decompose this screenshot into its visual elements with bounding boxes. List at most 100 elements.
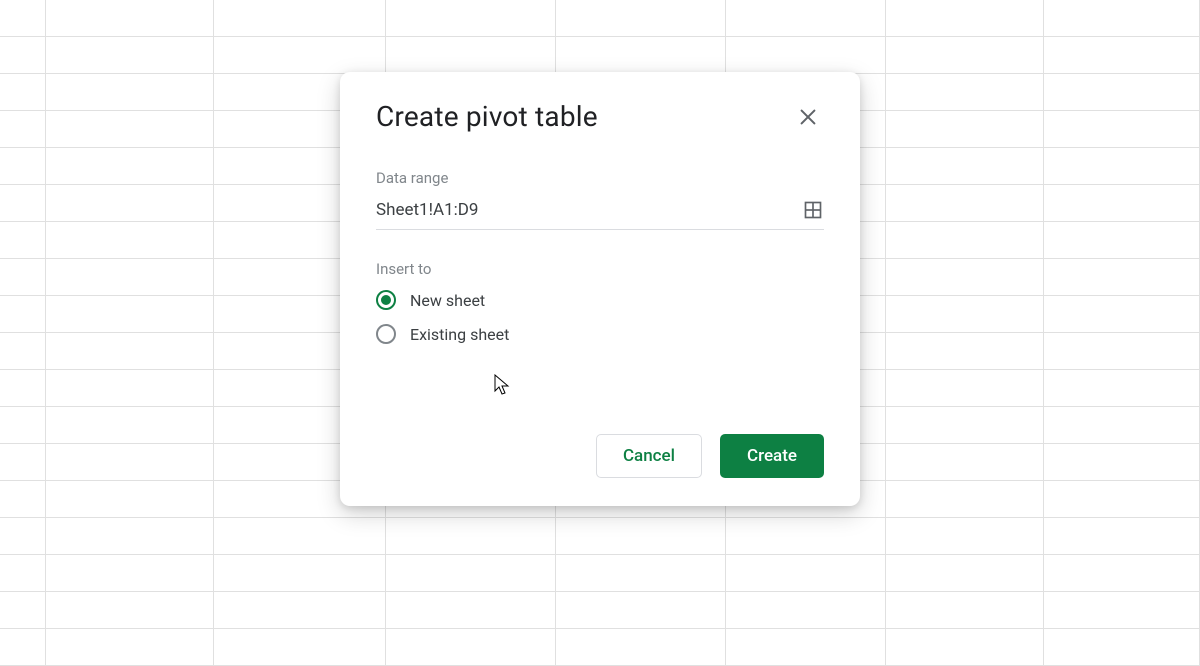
grid-cell[interactable] [0,296,46,333]
create-button[interactable]: Create [720,434,824,478]
grid-cell[interactable] [0,222,46,259]
grid-cell[interactable] [726,0,886,37]
grid-cell[interactable] [1044,74,1200,111]
grid-cell[interactable] [1044,370,1200,407]
grid-cell[interactable] [0,407,46,444]
grid-cell[interactable] [1044,259,1200,296]
grid-cell[interactable] [386,629,556,666]
grid-cell[interactable] [886,518,1044,555]
grid-cell[interactable] [0,148,46,185]
close-button[interactable] [792,101,824,133]
grid-cell[interactable] [46,37,214,74]
grid-cell[interactable] [556,629,726,666]
data-range-input[interactable] [376,200,802,220]
grid-cell[interactable] [386,518,556,555]
grid-cell[interactable] [1044,148,1200,185]
grid-cell[interactable] [0,111,46,148]
grid-cell[interactable] [886,222,1044,259]
grid-cell[interactable] [1044,111,1200,148]
grid-cell[interactable] [1044,296,1200,333]
grid-cell[interactable] [46,185,214,222]
grid-cell[interactable] [886,148,1044,185]
grid-cell[interactable] [214,518,386,555]
grid-cell[interactable] [46,592,214,629]
grid-cell[interactable] [886,407,1044,444]
grid-cell[interactable] [0,333,46,370]
grid-cell[interactable] [556,0,726,37]
grid-cell[interactable] [886,444,1044,481]
grid-cell[interactable] [386,0,556,37]
grid-cell[interactable] [1044,592,1200,629]
cancel-button[interactable]: Cancel [596,434,702,478]
grid-cell[interactable] [46,296,214,333]
grid-cell[interactable] [46,259,214,296]
radio-existing-sheet[interactable]: Existing sheet [376,324,824,344]
grid-cell[interactable] [1044,444,1200,481]
grid-cell[interactable] [0,518,46,555]
grid-cell[interactable] [214,592,386,629]
grid-cell[interactable] [886,592,1044,629]
grid-cell[interactable] [46,481,214,518]
grid-cell[interactable] [886,111,1044,148]
grid-cell[interactable] [0,370,46,407]
grid-cell[interactable] [46,111,214,148]
grid-cell[interactable] [214,555,386,592]
grid-cell[interactable] [886,629,1044,666]
grid-cell[interactable] [1044,222,1200,259]
grid-cell[interactable] [46,629,214,666]
grid-cell[interactable] [726,37,886,74]
grid-cell[interactable] [556,37,726,74]
grid-cell[interactable] [46,74,214,111]
select-range-button[interactable] [802,199,824,221]
grid-cell[interactable] [1044,629,1200,666]
grid-cell[interactable] [386,555,556,592]
grid-cell[interactable] [46,407,214,444]
grid-cell[interactable] [0,185,46,222]
grid-cell[interactable] [1044,518,1200,555]
grid-cell[interactable] [556,518,726,555]
grid-cell[interactable] [46,518,214,555]
grid-cell[interactable] [886,259,1044,296]
grid-cell[interactable] [556,592,726,629]
grid-cell[interactable] [1044,555,1200,592]
grid-cell[interactable] [0,0,46,37]
grid-cell[interactable] [886,185,1044,222]
grid-cell[interactable] [46,148,214,185]
grid-cell[interactable] [886,0,1044,37]
grid-cell[interactable] [1044,333,1200,370]
grid-cell[interactable] [214,37,386,74]
grid-cell[interactable] [46,444,214,481]
grid-cell[interactable] [214,0,386,37]
grid-cell[interactable] [0,444,46,481]
grid-cell[interactable] [214,629,386,666]
grid-cell[interactable] [726,592,886,629]
grid-cell[interactable] [0,592,46,629]
grid-cell[interactable] [46,555,214,592]
grid-cell[interactable] [0,629,46,666]
grid-cell[interactable] [386,592,556,629]
grid-cell[interactable] [1044,37,1200,74]
grid-cell[interactable] [1044,407,1200,444]
grid-cell[interactable] [386,37,556,74]
grid-cell[interactable] [886,481,1044,518]
grid-cell[interactable] [46,333,214,370]
radio-new-sheet[interactable]: New sheet [376,290,824,310]
grid-cell[interactable] [556,555,726,592]
grid-cell[interactable] [886,296,1044,333]
grid-cell[interactable] [726,629,886,666]
grid-cell[interactable] [46,222,214,259]
grid-cell[interactable] [46,0,214,37]
grid-cell[interactable] [726,555,886,592]
grid-cell[interactable] [1044,481,1200,518]
grid-cell[interactable] [0,74,46,111]
grid-cell[interactable] [886,74,1044,111]
grid-cell[interactable] [886,555,1044,592]
grid-cell[interactable] [46,370,214,407]
grid-cell[interactable] [0,481,46,518]
grid-cell[interactable] [0,555,46,592]
grid-cell[interactable] [886,37,1044,74]
grid-cell[interactable] [726,518,886,555]
grid-cell[interactable] [0,259,46,296]
grid-cell[interactable] [0,37,46,74]
grid-cell[interactable] [1044,0,1200,37]
